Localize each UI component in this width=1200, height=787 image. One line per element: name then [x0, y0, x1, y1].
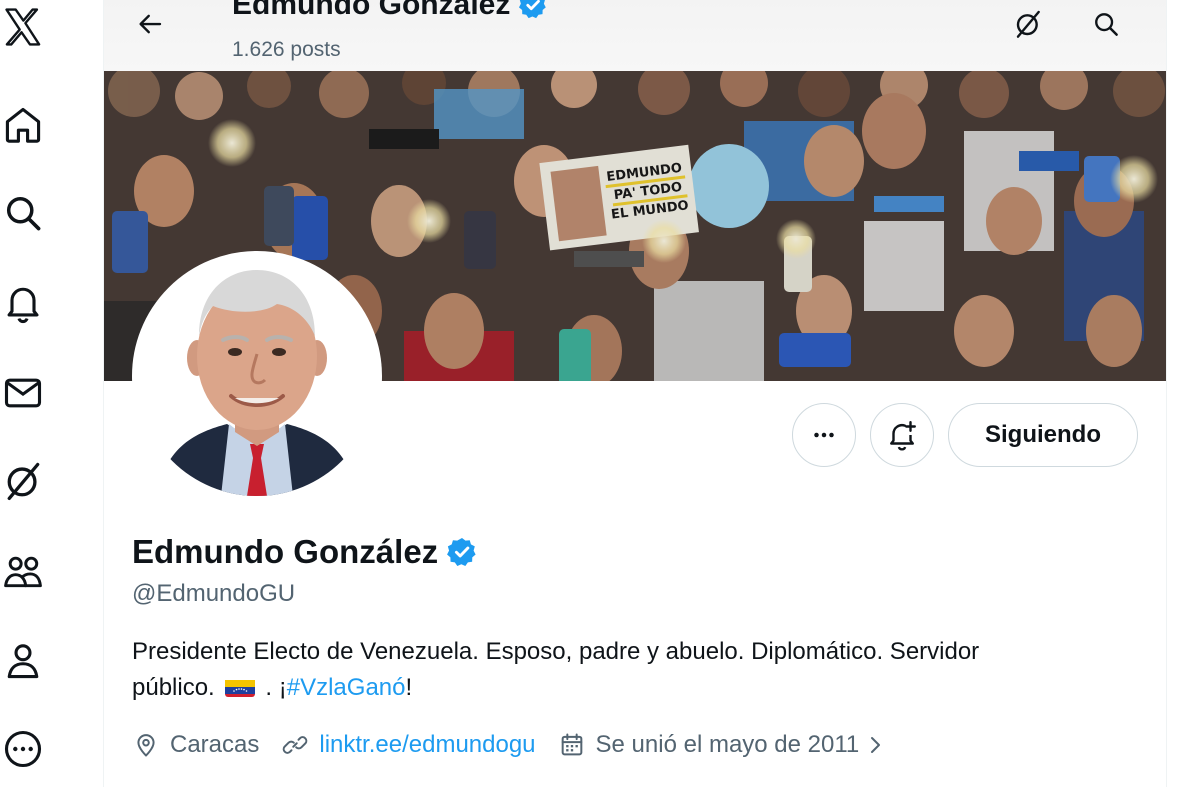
grok-icon[interactable]	[0, 458, 46, 504]
verified-badge-icon	[447, 538, 476, 566]
joined-item[interactable]: Se unió el mayo de 2011	[558, 731, 898, 759]
x-logo-icon[interactable]	[0, 4, 46, 50]
search-icon[interactable]	[1086, 4, 1126, 44]
header-title: Edmundo González	[232, 0, 548, 22]
profile-display-name: Edmundo González	[132, 533, 439, 570]
back-arrow-icon[interactable]	[132, 6, 168, 42]
more-circle-icon[interactable]	[0, 726, 46, 772]
hashtag-link[interactable]: #VzlaGanó	[287, 674, 406, 701]
profile-avatar[interactable]	[132, 251, 382, 501]
profile-person-icon[interactable]	[0, 638, 46, 684]
profile-header-bar: Edmundo González 1.626 posts	[104, 0, 1166, 71]
bio-line-1: Presidente Electo de Venezuela. Esposo, …	[132, 638, 980, 665]
profile-handle: @EdmundoGU	[132, 580, 296, 607]
bio-line-2-end: !	[405, 674, 413, 701]
location-text: Caracas	[170, 731, 260, 758]
communities-icon[interactable]	[0, 548, 46, 594]
profile-bio: Presidente Electo de Venezuela. Esposo, …	[132, 634, 1142, 706]
bio-line-2-mid: . ¡	[265, 674, 287, 701]
home-icon[interactable]	[0, 102, 46, 148]
bell-plus-icon	[890, 421, 916, 451]
location-pin-icon	[137, 734, 155, 757]
website-link[interactable]: linktr.ee/edmundogu	[319, 731, 535, 759]
explore-search-icon[interactable]	[0, 190, 46, 236]
profile-name: Edmundo González	[132, 533, 478, 571]
calendar-icon	[561, 733, 582, 756]
link-icon	[283, 736, 308, 754]
left-nav	[0, 0, 104, 787]
following-button[interactable]: Siguiendo	[948, 403, 1138, 467]
profile-meta: Caracas linktr.ee/edmundogu Se unió el m…	[132, 727, 919, 763]
ellipsis-icon	[814, 432, 834, 438]
notifications-bell-icon[interactable]	[0, 280, 46, 326]
grok-icon[interactable]	[1008, 4, 1048, 44]
notify-button[interactable]	[870, 403, 934, 467]
verified-badge-icon	[519, 0, 547, 19]
joined-text: Se unió el mayo de 2011	[595, 731, 860, 758]
header-name: Edmundo González	[232, 0, 511, 21]
location-item: Caracas	[132, 731, 259, 759]
website-item: linktr.ee/edmundogu	[281, 731, 536, 759]
more-options-button[interactable]	[792, 403, 856, 467]
posts-count: 1.626 posts	[232, 38, 341, 61]
venezuela-flag-icon	[225, 676, 256, 697]
profile-column: Edmundo González 1.626 posts EDMUNDO PA'…	[103, 0, 1167, 787]
chevron-right-icon	[871, 737, 881, 753]
bio-line-2-start: público.	[132, 674, 215, 701]
messages-envelope-icon[interactable]	[0, 370, 46, 416]
avatar-portrait	[137, 256, 377, 496]
